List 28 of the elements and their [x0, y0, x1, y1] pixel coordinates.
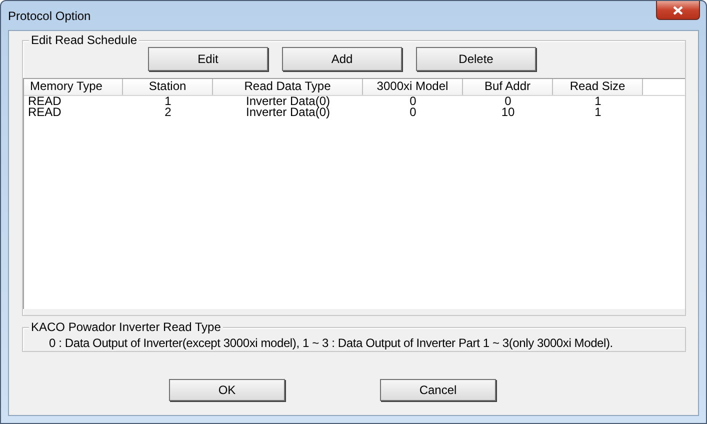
dialog-button[interactable]: OK: [169, 379, 285, 401]
description-text: 0 : Data Output of Inverter(except 3000xi model), 1 ~ 3 : Data Output of Inverter Part 1 ~ 3(only 3000xi Model).: [49, 336, 613, 350]
table-cell: 1: [594, 105, 602, 119]
action-button[interactable]: Add: [282, 47, 402, 71]
close-icon: [673, 6, 683, 14]
action-button[interactable]: Edit: [148, 47, 268, 71]
table-cell: 0: [504, 94, 512, 108]
table-cell: 0: [410, 105, 416, 119]
window-title: Protocol Option: [8, 9, 91, 23]
dialog-button[interactable]: Cancel: [380, 379, 496, 401]
column-header[interactable]: Memory Type: [24, 79, 123, 95]
table-cell: 0: [410, 94, 416, 108]
table-cell: READ: [28, 94, 62, 108]
column-header[interactable]: 3000xi Model: [363, 79, 463, 95]
column-header[interactable]: Read Data Type: [213, 79, 363, 95]
table-cell: 1: [164, 94, 172, 108]
table-cell: 2: [164, 105, 172, 119]
column-header[interactable]: Buf Addr: [463, 79, 553, 95]
action-button[interactable]: Delete: [416, 47, 536, 71]
close-button[interactable]: [656, 1, 700, 20]
column-header[interactable]: Station: [123, 79, 213, 95]
table-cell: 1: [594, 94, 602, 108]
group-title: KACO Powador Inverter Read Type: [29, 320, 223, 334]
column-header[interactable]: Read Size: [553, 79, 643, 95]
table-cell: READ: [28, 105, 62, 119]
table-cell: 10: [501, 105, 515, 119]
group-title: Edit Read Schedule: [29, 33, 140, 47]
table-cell: Inverter Data(0): [246, 94, 330, 108]
